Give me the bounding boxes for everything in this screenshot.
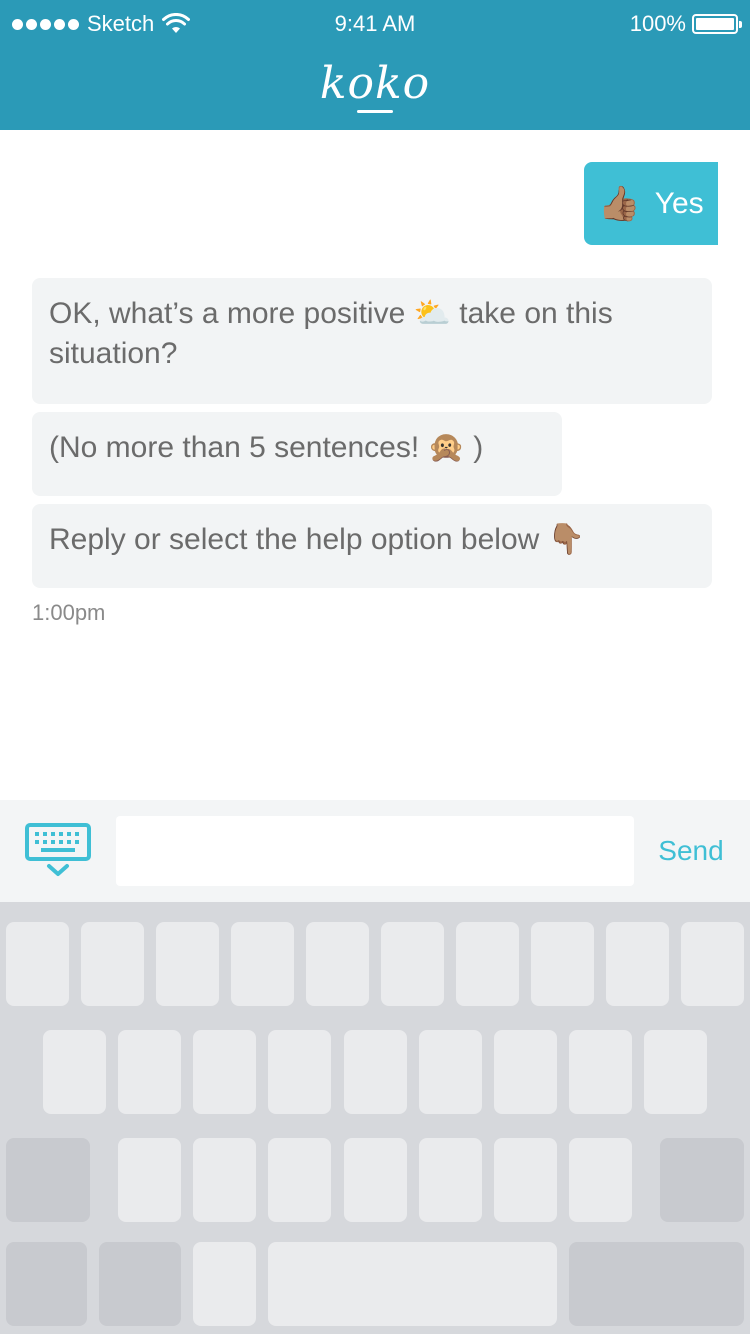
keyboard-key[interactable] bbox=[193, 1138, 256, 1222]
user-message-text: Yes bbox=[654, 186, 704, 220]
keyboard-key[interactable] bbox=[193, 1030, 256, 1114]
app-logo: koko bbox=[319, 58, 431, 109]
chat-thread[interactable]: 👍🏽 Yes OK, what’s a more positive ⛅ take… bbox=[0, 130, 750, 800]
keyboard-key[interactable] bbox=[419, 1030, 482, 1114]
bot-message-bubble: Reply or select the help option below 👇🏽 bbox=[32, 504, 712, 588]
keyboard-key[interactable] bbox=[118, 1138, 181, 1222]
keyboard bbox=[0, 902, 750, 1334]
user-message-bubble: 👍🏽 Yes bbox=[584, 162, 718, 245]
dictation-key[interactable] bbox=[193, 1242, 256, 1326]
bot-message-bubble: OK, what’s a more positive ⛅ take on thi… bbox=[32, 278, 712, 404]
thumbs-up-icon: 👍🏽 bbox=[598, 184, 641, 223]
battery-percentage: 100% bbox=[629, 11, 686, 36]
logo-underline bbox=[357, 110, 393, 113]
keyboard-key[interactable] bbox=[268, 1138, 331, 1222]
space-key[interactable] bbox=[268, 1242, 557, 1326]
keyboard-key[interactable] bbox=[306, 922, 369, 1006]
return-key[interactable] bbox=[569, 1242, 744, 1326]
keyboard-key[interactable] bbox=[344, 1030, 407, 1114]
keyboard-key[interactable] bbox=[118, 1030, 181, 1114]
message-input[interactable] bbox=[116, 816, 634, 886]
message-composer: Send bbox=[0, 800, 750, 902]
nav-bar: koko bbox=[0, 48, 750, 130]
globe-key[interactable] bbox=[99, 1242, 181, 1326]
keyboard-key[interactable] bbox=[6, 922, 69, 1006]
keyboard-key[interactable] bbox=[606, 922, 669, 1006]
keyboard-key[interactable] bbox=[156, 922, 219, 1006]
keyboard-key[interactable] bbox=[419, 1138, 482, 1222]
keyboard-key[interactable] bbox=[494, 1138, 557, 1222]
keyboard-key[interactable] bbox=[569, 1138, 632, 1222]
shift-key[interactable] bbox=[6, 1138, 90, 1222]
keyboard-key[interactable] bbox=[81, 922, 144, 1006]
bot-message-bubble: (No more than 5 sentences! 🙊 ) bbox=[32, 412, 562, 496]
status-bar: Sketch 9:41 AM 100% bbox=[0, 0, 750, 48]
keyboard-key[interactable] bbox=[268, 1030, 331, 1114]
keyboard-hide-icon[interactable] bbox=[24, 822, 92, 880]
send-button[interactable]: Send bbox=[640, 816, 742, 886]
keyboard-key[interactable] bbox=[43, 1030, 106, 1114]
message-timestamp: 1:00pm bbox=[32, 600, 106, 625]
keyboard-key[interactable] bbox=[231, 922, 294, 1006]
bot-message-text: (No more than 5 sentences! 🙊 ) bbox=[49, 431, 484, 464]
bot-message-text: Reply or select the help option below 👇🏽 bbox=[49, 523, 585, 556]
keyboard-key[interactable] bbox=[681, 922, 744, 1006]
keyboard-key[interactable] bbox=[456, 922, 519, 1006]
keyboard-key[interactable] bbox=[381, 922, 444, 1006]
bot-message-text: OK, what’s a more positive ⛅ take on thi… bbox=[49, 297, 613, 370]
keyboard-key[interactable] bbox=[569, 1030, 632, 1114]
status-right: 100% bbox=[629, 11, 742, 37]
numbers-key[interactable] bbox=[6, 1242, 87, 1326]
keyboard-key[interactable] bbox=[494, 1030, 557, 1114]
battery-icon bbox=[692, 14, 742, 34]
keyboard-key[interactable] bbox=[531, 922, 594, 1006]
delete-key[interactable] bbox=[660, 1138, 744, 1222]
keyboard-key[interactable] bbox=[644, 1030, 707, 1114]
battery-level-fill bbox=[696, 18, 734, 30]
keyboard-key[interactable] bbox=[344, 1138, 407, 1222]
